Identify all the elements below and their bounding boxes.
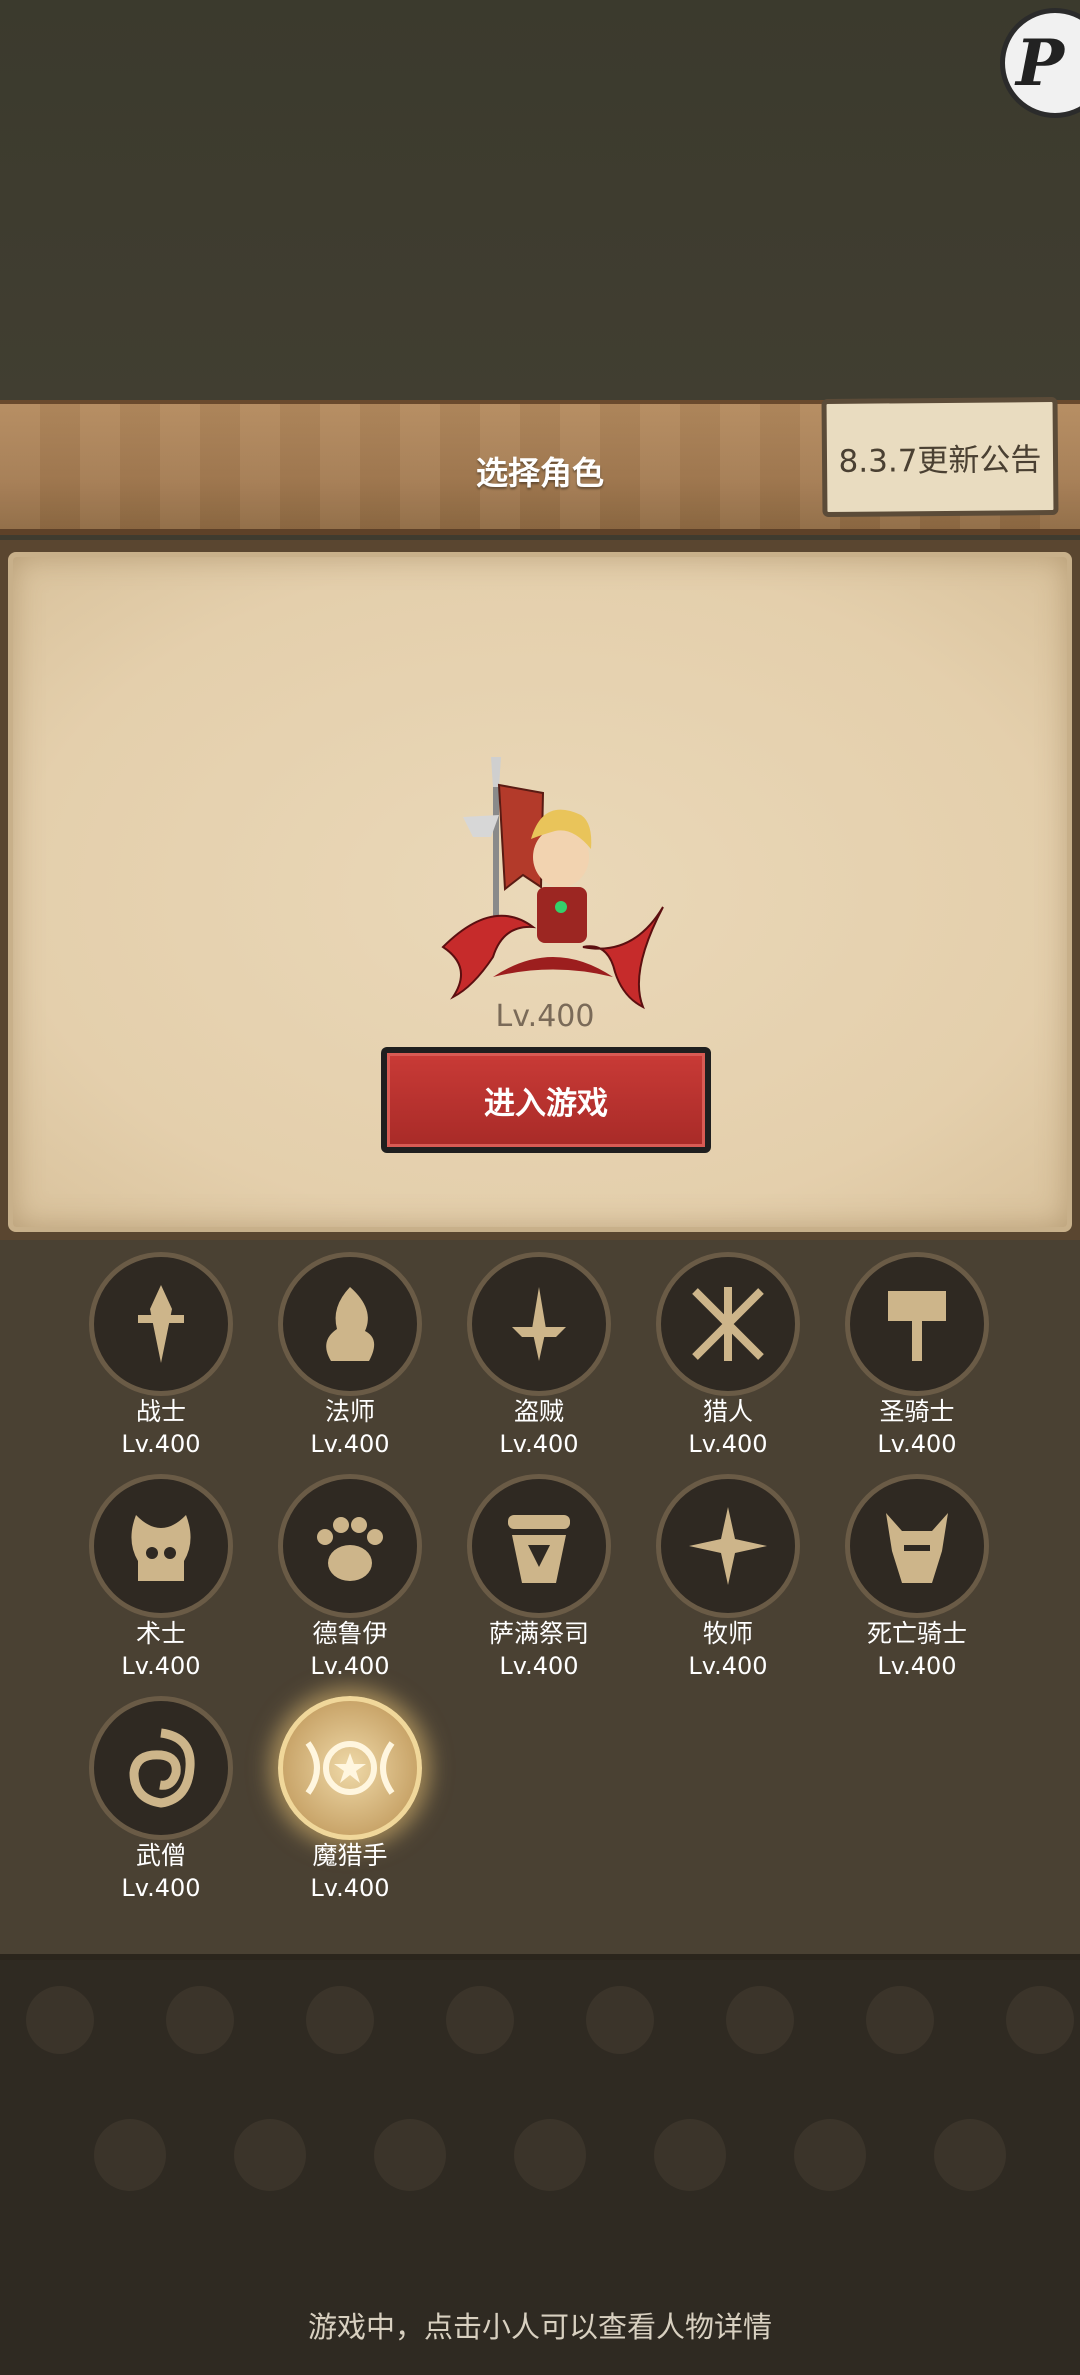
class-grid: 战士 Lv.400 法师 Lv.400 盗贼 Lv.400 猎人 Lv.400 … <box>0 1240 1080 1960</box>
class-item-demon-hunter[interactable]: 魔猎手 Lv.400 <box>270 1696 430 1904</box>
class-item-druid[interactable]: 德鲁伊 Lv.400 <box>270 1474 430 1682</box>
class-level: Lv.400 <box>877 1430 957 1458</box>
class-name: 猎人 <box>702 1397 753 1426</box>
hero-level: Lv.400 <box>495 999 595 1034</box>
class-level: Lv.400 <box>688 1430 768 1458</box>
update-notice-button[interactable]: 8.3.7更新公告 <box>821 396 1059 518</box>
class-level: Lv.400 <box>310 1874 390 1902</box>
class-level: Lv.400 <box>688 1652 768 1680</box>
class-level: Lv.400 <box>499 1652 579 1680</box>
star-burst-icon <box>656 1474 800 1618</box>
sword-icon <box>89 1252 233 1396</box>
class-name: 萨满祭司 <box>488 1619 589 1648</box>
class-name: 武僧 <box>135 1841 186 1870</box>
class-level: Lv.400 <box>121 1430 201 1458</box>
hero-panel-frame: Lv.400 进入游戏 <box>0 540 1080 1240</box>
class-level: Lv.400 <box>121 1652 201 1680</box>
hammer-icon <box>845 1252 989 1396</box>
class-name: 术士 <box>135 1619 186 1648</box>
swirl-icon <box>89 1696 233 1840</box>
class-level: Lv.400 <box>310 1430 390 1458</box>
crossed-arrows-icon <box>656 1252 800 1396</box>
totem-icon <box>467 1474 611 1618</box>
class-name: 魔猎手 <box>312 1841 388 1870</box>
demon-star-icon <box>278 1696 422 1840</box>
hero-panel: Lv.400 进入游戏 <box>8 552 1072 1232</box>
footer-hint: 游戏中，点击小人可以查看人物详情 <box>307 2310 772 2344</box>
class-name: 死亡骑士 <box>866 1619 967 1648</box>
class-name: 德鲁伊 <box>312 1619 388 1648</box>
top-empty-area <box>0 0 1080 400</box>
class-item-shaman[interactable]: 萨满祭司 Lv.400 <box>459 1474 619 1682</box>
class-item-hunter[interactable]: 猎人 Lv.400 <box>648 1252 808 1460</box>
class-level: Lv.400 <box>121 1874 201 1902</box>
class-level: Lv.400 <box>499 1430 579 1458</box>
class-name: 圣骑士 <box>879 1397 955 1426</box>
header-bar: 选择角色 8.3.7更新公告 <box>0 396 1080 535</box>
class-item-priest[interactable]: 牧师 Lv.400 <box>648 1474 808 1682</box>
class-item-death-knight[interactable]: 死亡骑士 Lv.400 <box>837 1474 997 1682</box>
helm-icon <box>845 1474 989 1618</box>
class-item-mage[interactable]: 法师 Lv.400 <box>270 1252 430 1460</box>
class-name: 战士 <box>135 1397 186 1426</box>
class-item-rogue[interactable]: 盗贼 Lv.400 <box>459 1252 619 1460</box>
class-item-warlock[interactable]: 术士 Lv.400 <box>81 1474 241 1682</box>
class-item-warrior[interactable]: 战士 Lv.400 <box>81 1252 241 1460</box>
class-name: 法师 <box>324 1397 375 1426</box>
dagger-icon <box>467 1252 611 1396</box>
paw-icon <box>278 1474 422 1618</box>
enter-game-label: 进入游戏 <box>387 1053 705 1147</box>
class-item-paladin[interactable]: 圣骑士 Lv.400 <box>837 1252 997 1460</box>
hero-character[interactable] <box>433 757 673 1027</box>
flame-icon <box>278 1252 422 1396</box>
class-item-monk[interactable]: 武僧 Lv.400 <box>81 1696 241 1904</box>
enter-game-button[interactable]: 进入游戏 <box>381 1047 711 1153</box>
class-name: 盗贼 <box>513 1397 564 1426</box>
class-name: 牧师 <box>702 1619 753 1648</box>
class-level: Lv.400 <box>877 1652 957 1680</box>
skull-icon <box>89 1474 233 1618</box>
class-level: Lv.400 <box>310 1652 390 1680</box>
